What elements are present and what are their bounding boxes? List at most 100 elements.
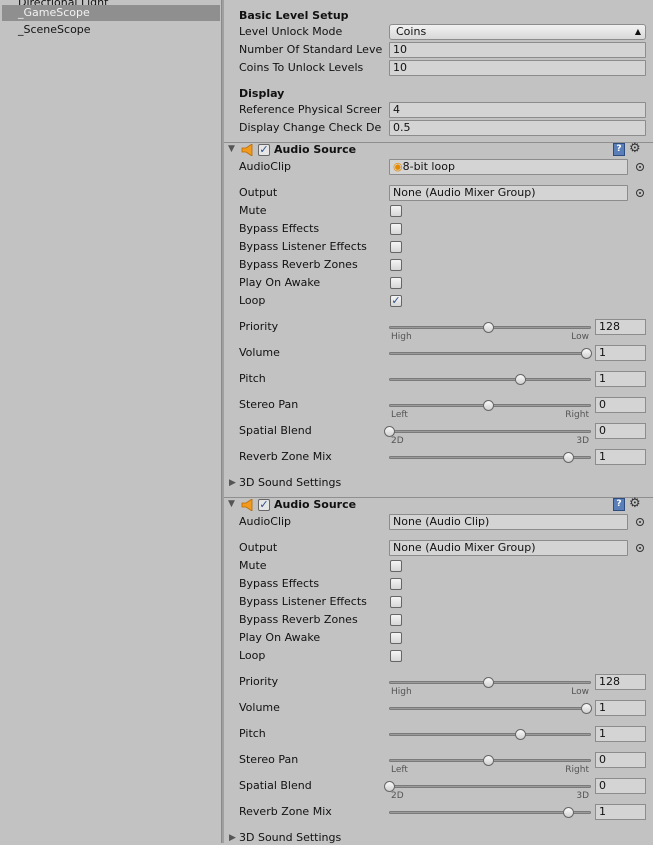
bypass-reverb-zones-checkbox[interactable] xyxy=(390,259,402,271)
ref-physical-screen-label: Reference Physical Screer xyxy=(239,103,382,116)
spatial-blend-slider-track[interactable] xyxy=(389,430,591,433)
reverb-zone-mix-slider-thumb[interactable] xyxy=(563,452,575,463)
volume-slider-thumb[interactable] xyxy=(581,703,592,714)
audio-clip-label: AudioClip xyxy=(239,515,292,528)
output-field[interactable]: None (Audio Mixer Group) xyxy=(389,540,628,556)
help-icon[interactable]: ? xyxy=(613,143,625,156)
spatial-blend-slider-track[interactable] xyxy=(389,785,591,788)
play-on-awake-label: Play On Awake xyxy=(239,276,321,289)
spatial-blend-min-label: 2D xyxy=(391,436,404,446)
pitch-slider-track[interactable] xyxy=(389,733,591,736)
ref-physical-screen-input[interactable]: 4 xyxy=(389,102,646,118)
output-label: Output xyxy=(239,186,278,199)
pitch-slider-thumb[interactable] xyxy=(515,374,527,385)
object-picker-icon[interactable] xyxy=(636,518,644,526)
hierarchy-item-gamescope[interactable]: _GameScope xyxy=(18,5,90,21)
display-change-check-input[interactable]: 0.5 xyxy=(389,120,646,136)
priority-slider-thumb[interactable] xyxy=(482,322,494,333)
bypass-listener-effects-checkbox[interactable] xyxy=(390,596,402,608)
3d-sound-settings-foldout[interactable]: 3D Sound Settings xyxy=(239,476,341,490)
bypass-effects-checkbox[interactable] xyxy=(390,223,402,235)
help-icon[interactable]: ? xyxy=(613,498,625,511)
priority-max-label: Low xyxy=(571,687,589,697)
volume-slider-thumb[interactable] xyxy=(581,348,592,359)
stereo-pan-value-input[interactable]: 0 xyxy=(595,752,646,768)
stereo-pan-min-label: Left xyxy=(391,765,408,775)
object-picker-icon[interactable] xyxy=(636,189,644,197)
output-field[interactable]: None (Audio Mixer Group) xyxy=(389,185,628,201)
reverb-zone-mix-slider-track[interactable] xyxy=(389,456,591,459)
audio-clip-icon: ◉ xyxy=(393,160,403,173)
loop-checkbox[interactable]: ✓ xyxy=(390,295,402,307)
pitch-value-input[interactable]: 1 xyxy=(595,371,646,387)
reverb-zone-mix-value-input[interactable]: 1 xyxy=(595,449,646,465)
reverb-zone-mix-label: Reverb Zone Mix xyxy=(239,805,332,818)
foldout-arrow-icon[interactable]: ▶ xyxy=(229,478,236,488)
priority-value-input[interactable]: 128 xyxy=(595,674,646,690)
hierarchy-item-scenescope[interactable]: _SceneScope xyxy=(18,22,91,38)
priority-slider-thumb[interactable] xyxy=(482,677,494,688)
reverb-zone-mix-slider-thumb[interactable] xyxy=(563,807,575,818)
display-change-check-label: Display Change Check De xyxy=(239,121,382,134)
spatial-blend-value-input[interactable]: 0 xyxy=(595,778,646,794)
spatial-blend-max-label: 3D xyxy=(576,791,589,801)
component-title: Audio Source xyxy=(274,143,357,156)
bypass-effects-label: Bypass Effects xyxy=(239,577,320,590)
object-picker-icon[interactable] xyxy=(636,544,644,552)
bypass-effects-label: Bypass Effects xyxy=(239,222,320,235)
mute-checkbox[interactable] xyxy=(390,560,402,572)
loop-label: Loop xyxy=(239,649,266,662)
stereo-pan-max-label: Right xyxy=(565,765,589,775)
foldout-arrow-icon[interactable]: ▼ xyxy=(228,499,235,509)
coins-to-unlock-label: Coins To Unlock Levels xyxy=(239,61,364,74)
loop-checkbox[interactable] xyxy=(390,650,402,662)
foldout-arrow-icon[interactable]: ▼ xyxy=(228,144,235,154)
audio-clip-field[interactable]: None (Audio Clip) xyxy=(389,514,628,530)
audio-clip-field[interactable]: ◉8-bit loop xyxy=(389,159,628,175)
reverb-zone-mix-value-input[interactable]: 1 xyxy=(595,804,646,820)
num-standard-levels-label: Number Of Standard Leve xyxy=(239,43,383,56)
priority-value-input[interactable]: 128 xyxy=(595,319,646,335)
bypass-listener-effects-checkbox[interactable] xyxy=(390,241,402,253)
level-unlock-mode-dropdown[interactable]: Coins ▲ xyxy=(389,24,646,40)
stereo-pan-slider-thumb[interactable] xyxy=(482,400,494,411)
bypass-effects-checkbox[interactable] xyxy=(390,578,402,590)
pitch-slider-thumb[interactable] xyxy=(515,729,527,740)
reverb-zone-mix-slider-track[interactable] xyxy=(389,811,591,814)
foldout-arrow-icon[interactable]: ▶ xyxy=(229,833,236,843)
play-on-awake-checkbox[interactable] xyxy=(390,632,402,644)
gear-icon[interactable]: ⚙ xyxy=(629,141,641,156)
stereo-pan-label: Stereo Pan xyxy=(239,398,299,411)
component-enabled-checkbox[interactable]: ✓ xyxy=(258,144,270,156)
component-enabled-checkbox[interactable]: ✓ xyxy=(258,499,270,511)
volume-label: Volume xyxy=(239,701,280,714)
volume-value-input[interactable]: 1 xyxy=(595,700,646,716)
mute-checkbox[interactable] xyxy=(390,205,402,217)
reverb-zone-mix-label: Reverb Zone Mix xyxy=(239,450,332,463)
audio-clip-label: AudioClip xyxy=(239,160,292,173)
play-on-awake-checkbox[interactable] xyxy=(390,277,402,289)
volume-slider-track[interactable] xyxy=(389,707,591,710)
pitch-value-input[interactable]: 1 xyxy=(595,726,646,742)
output-label: Output xyxy=(239,541,278,554)
audio-clip-value: None (Audio Clip) xyxy=(393,515,490,528)
level-unlock-mode-value: Coins xyxy=(396,25,427,38)
object-picker-icon[interactable] xyxy=(636,163,644,171)
pitch-slider-track[interactable] xyxy=(389,378,591,381)
stereo-pan-slider-thumb[interactable] xyxy=(482,755,494,766)
section-title-basic-level-setup: Basic Level Setup xyxy=(239,9,349,22)
coins-to-unlock-input[interactable]: 10 xyxy=(389,60,646,76)
loop-label: Loop xyxy=(239,294,266,307)
bypass-reverb-zones-label: Bypass Reverb Zones xyxy=(239,258,358,271)
bypass-listener-effects-label: Bypass Listener Effects xyxy=(239,240,367,253)
stereo-pan-value-input[interactable]: 0 xyxy=(595,397,646,413)
num-standard-levels-input[interactable]: 10 xyxy=(389,42,646,58)
spatial-blend-label: Spatial Blend xyxy=(239,424,312,437)
volume-slider-track[interactable] xyxy=(389,352,591,355)
bypass-reverb-zones-checkbox[interactable] xyxy=(390,614,402,626)
spatial-blend-value-input[interactable]: 0 xyxy=(595,423,646,439)
gear-icon[interactable]: ⚙ xyxy=(629,496,641,511)
speaker-icon xyxy=(241,498,255,512)
volume-value-input[interactable]: 1 xyxy=(595,345,646,361)
priority-max-label: Low xyxy=(571,332,589,342)
